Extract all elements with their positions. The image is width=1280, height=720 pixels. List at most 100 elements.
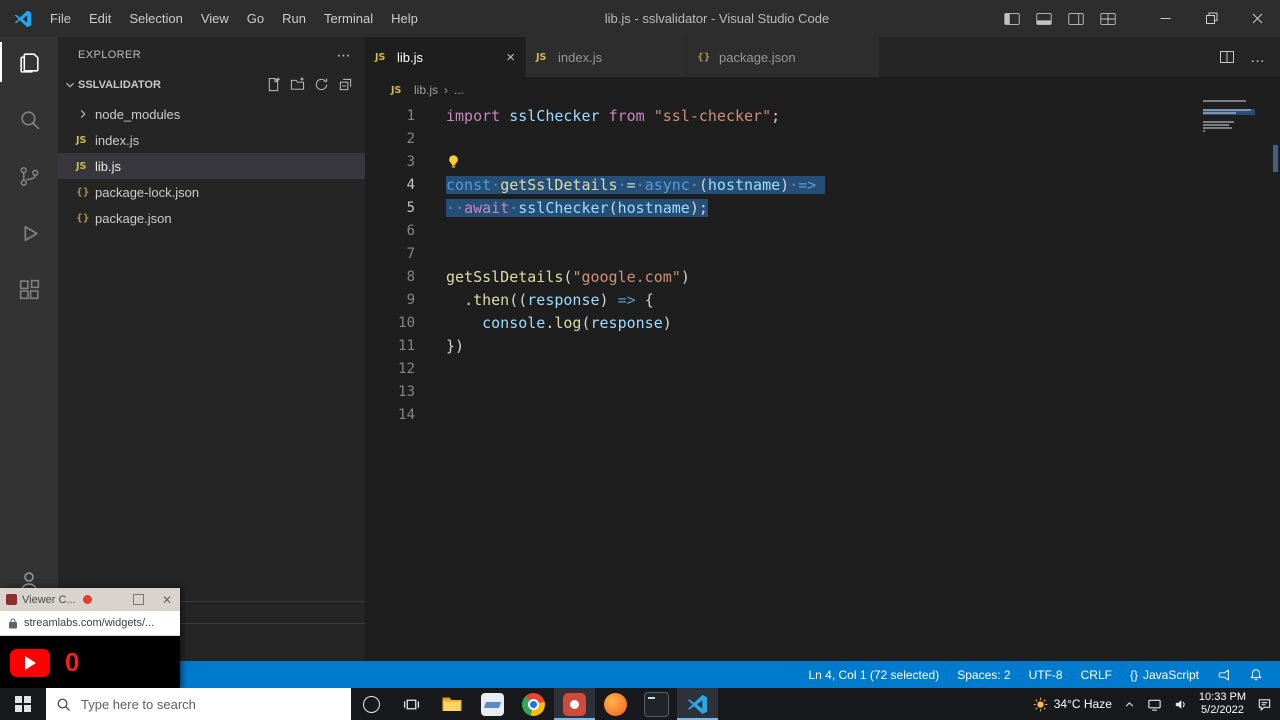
volume-icon[interactable] xyxy=(1173,697,1188,712)
code-line-7[interactable]: 7 xyxy=(365,243,1280,266)
streamlabs-app-icon[interactable] xyxy=(554,688,595,720)
hidden-icons-chevron[interactable] xyxy=(1123,698,1136,711)
feedback-icon[interactable] xyxy=(1208,668,1240,682)
code-line-11[interactable]: 11}) xyxy=(365,335,1280,358)
minimap[interactable] xyxy=(1203,100,1255,142)
workspace-folder-row[interactable]: SSLVALIDATOR xyxy=(58,73,365,96)
breadcrumb-file[interactable]: lib.js xyxy=(414,83,438,97)
file-item-node_modules[interactable]: node_modules xyxy=(58,101,365,127)
json-file-icon: {} xyxy=(76,187,93,198)
menu-terminal[interactable]: Terminal xyxy=(315,0,382,37)
menu-bar: FileEditSelectionViewGoRunTerminalHelp xyxy=(41,0,427,37)
code-editor[interactable]: 1 import sslChecker from "ssl-checker";23… xyxy=(365,103,1280,427)
status-eol[interactable]: CRLF xyxy=(1072,668,1121,682)
line-number: 1 xyxy=(365,105,415,128)
extensions-activity-icon[interactable] xyxy=(0,265,58,315)
code-line-8[interactable]: 8getSslDetails("google.com") xyxy=(365,266,1280,289)
search-activity-icon[interactable] xyxy=(0,94,58,144)
task-view-button[interactable] xyxy=(391,688,431,720)
cortana-button[interactable] xyxy=(351,688,391,720)
menu-edit[interactable]: Edit xyxy=(80,0,120,37)
code-line-4[interactable]: 4const·getSslDetails·=·async·(hostname)·… xyxy=(365,174,1280,197)
toggle-sidebar-icon[interactable] xyxy=(1002,9,1022,29)
menu-help[interactable]: Help xyxy=(382,0,427,37)
minimize-button[interactable] xyxy=(1142,0,1188,37)
code-line-9[interactable]: 9 .then((response) => { xyxy=(365,289,1280,312)
vscode-logo-icon xyxy=(13,9,33,29)
editor-more-actions-icon[interactable]: … xyxy=(1250,49,1265,66)
split-editor-icon[interactable] xyxy=(1219,49,1235,65)
taskbar-search[interactable] xyxy=(46,688,351,720)
chrome-app-icon[interactable] xyxy=(513,688,554,720)
breadcrumb[interactable]: JS lib.js › ... xyxy=(365,77,1280,103)
status-language[interactable]: {} JavaScript xyxy=(1121,668,1208,682)
toggle-panel-icon[interactable] xyxy=(1034,9,1054,29)
status-indentation[interactable]: Spaces: 2 xyxy=(948,668,1019,682)
code-line-3[interactable]: 3 xyxy=(365,151,1280,174)
close-window-button[interactable] xyxy=(1234,0,1280,37)
code-line-5[interactable]: 5··await·sslChecker(hostname); xyxy=(365,197,1280,220)
close-tab-icon[interactable]: × xyxy=(496,49,515,66)
code-line-14[interactable]: 14 xyxy=(365,404,1280,427)
vscode-app-icon[interactable] xyxy=(677,688,718,720)
app-icon-2[interactable] xyxy=(472,688,513,720)
refresh-icon[interactable] xyxy=(314,77,329,92)
overlay-close-icon[interactable]: ✕ xyxy=(162,594,172,606)
code-line-10[interactable]: 10 console.log(response) xyxy=(365,312,1280,335)
overlay-maximize-icon[interactable] xyxy=(133,594,144,605)
task-view-icon xyxy=(403,696,420,713)
lightbulb-icon[interactable] xyxy=(446,154,461,169)
toggle-secondary-sidebar-icon[interactable] xyxy=(1066,9,1086,29)
code-line-2[interactable]: 2 xyxy=(365,128,1280,151)
line-number: 7 xyxy=(365,243,415,266)
code-line-13[interactable]: 13 xyxy=(365,381,1280,404)
start-button[interactable] xyxy=(0,688,46,720)
weather-status[interactable]: 34°C Haze xyxy=(1033,697,1112,712)
menu-go[interactable]: Go xyxy=(238,0,273,37)
explorer-sidebar: EXPLORER ⋯ SSLVALIDATOR node_modulesJSin… xyxy=(58,37,365,661)
tab-index.js[interactable]: JSindex.js xyxy=(526,37,687,77)
code-line-1[interactable]: 1 import sslChecker from "ssl-checker"; xyxy=(365,105,1280,128)
notifications-bell-icon[interactable] xyxy=(1240,668,1272,682)
line-number: 12 xyxy=(365,358,415,381)
breadcrumb-separator: › xyxy=(444,83,448,97)
tab-package.json[interactable]: {}package.json xyxy=(687,37,880,77)
terminal-app-icon[interactable] xyxy=(636,688,677,720)
customize-layout-icon[interactable] xyxy=(1098,9,1118,29)
status-cursor-position[interactable]: Ln 4, Col 1 (72 selected) xyxy=(799,668,948,682)
explorer-activity-icon[interactable] xyxy=(0,37,58,87)
menu-view[interactable]: View xyxy=(192,0,238,37)
file-item-package.json[interactable]: {}package.json xyxy=(58,205,365,231)
file-explorer-app-icon[interactable] xyxy=(431,688,472,720)
source-control-activity-icon[interactable] xyxy=(0,151,58,201)
code-line-6[interactable]: 6 xyxy=(365,220,1280,243)
new-file-icon[interactable] xyxy=(266,77,281,92)
status-encoding[interactable]: UTF-8 xyxy=(1020,668,1072,682)
action-center-icon[interactable] xyxy=(1257,697,1272,712)
app-icon-orange[interactable] xyxy=(595,688,636,720)
tab-lib.js[interactable]: JSlib.js× xyxy=(365,37,526,77)
code-line-12[interactable]: 12 xyxy=(365,358,1280,381)
status-bar: 0 0 Ln 4, Col 1 (72 selected) Spaces: 2 … xyxy=(0,661,1280,688)
taskbar-clock[interactable]: 10:33 PM 5/2/2022 xyxy=(1199,691,1246,717)
overlay-address-bar[interactable]: streamlabs.com/widgets/... xyxy=(0,611,180,636)
run-debug-activity-icon[interactable] xyxy=(0,208,58,258)
menu-file[interactable]: File xyxy=(41,0,80,37)
collapse-folders-icon[interactable] xyxy=(338,77,353,92)
search-input[interactable] xyxy=(79,696,341,713)
menu-run[interactable]: Run xyxy=(273,0,315,37)
menu-selection[interactable]: Selection xyxy=(120,0,191,37)
network-icon[interactable] xyxy=(1147,697,1162,712)
overlay-titlebar[interactable]: Viewer C... ✕ xyxy=(0,588,180,611)
new-folder-icon[interactable] xyxy=(290,77,305,92)
restore-button[interactable] xyxy=(1188,0,1234,37)
line-number: 10 xyxy=(365,312,415,335)
breadcrumb-more[interactable]: ... xyxy=(454,83,464,97)
file-item-lib.js[interactable]: JSlib.js xyxy=(58,153,365,179)
file-item-index.js[interactable]: JSindex.js xyxy=(58,127,365,153)
viewer-count-value: 0 xyxy=(65,647,79,678)
file-item-package-lock.json[interactable]: {}package-lock.json xyxy=(58,179,365,205)
code-text: .then((response) => { xyxy=(446,289,654,312)
code-text: import sslChecker from "ssl-checker"; xyxy=(446,105,780,128)
explorer-more-actions-icon[interactable]: ⋯ xyxy=(337,47,351,64)
